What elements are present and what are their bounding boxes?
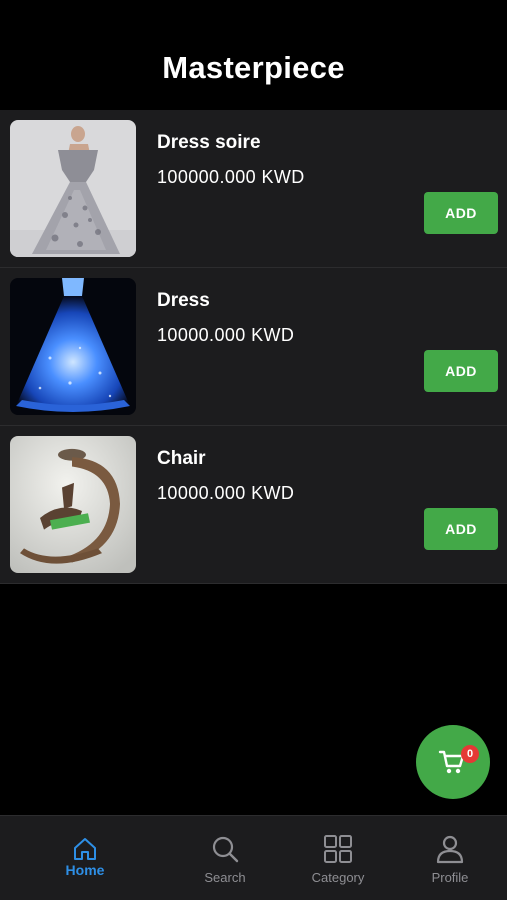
product-row[interactable]: Dress soire 100000.000 KWD ADD xyxy=(0,110,507,268)
tab-label: Profile xyxy=(431,870,469,885)
product-row[interactable]: Dress 10000.000 KWD ADD xyxy=(0,268,507,426)
product-name: Dress xyxy=(157,290,210,311)
tab-label: Home xyxy=(65,862,105,878)
product-row[interactable]: Chair 10000.000 KWD ADD xyxy=(0,426,507,584)
page-title: Masterpiece xyxy=(162,50,345,85)
user-icon xyxy=(435,834,465,864)
add-to-cart-button[interactable]: ADD xyxy=(424,350,498,392)
tab-label: Category xyxy=(311,870,365,885)
tab-profile[interactable]: Profile xyxy=(400,816,500,900)
cart-count-badge: 0 xyxy=(461,745,479,763)
product-image-silver-gown[interactable] xyxy=(10,120,136,257)
product-image-blue-gown[interactable] xyxy=(10,278,136,415)
search-icon xyxy=(210,834,240,864)
product-image-chair[interactable] xyxy=(10,436,136,573)
product-name: Chair xyxy=(157,448,206,469)
tab-label: Search xyxy=(204,870,246,885)
product-price: 10000.000 KWD xyxy=(157,483,295,503)
add-to-cart-button[interactable]: ADD xyxy=(424,508,498,550)
app-header: Masterpiece xyxy=(0,0,507,110)
cart-button[interactable]: 0 xyxy=(416,725,490,799)
tab-category[interactable]: Category xyxy=(288,816,388,900)
tab-home[interactable]: Home xyxy=(35,816,135,900)
grid-icon xyxy=(323,834,353,864)
product-price: 10000.000 KWD xyxy=(157,325,295,345)
product-price: 100000.000 KWD xyxy=(157,167,305,187)
add-to-cart-button[interactable]: ADD xyxy=(424,192,498,234)
product-list: Dress soire 100000.000 KWD ADD Dress 100… xyxy=(0,110,507,584)
product-name: Dress soire xyxy=(157,132,261,153)
home-icon xyxy=(72,836,98,862)
bottom-tab-bar: Home Search Category Profile xyxy=(0,815,507,900)
tab-search[interactable]: Search xyxy=(175,816,275,900)
app-screen: Masterpiece Dress soire 100000.000 KWD A… xyxy=(0,0,507,900)
